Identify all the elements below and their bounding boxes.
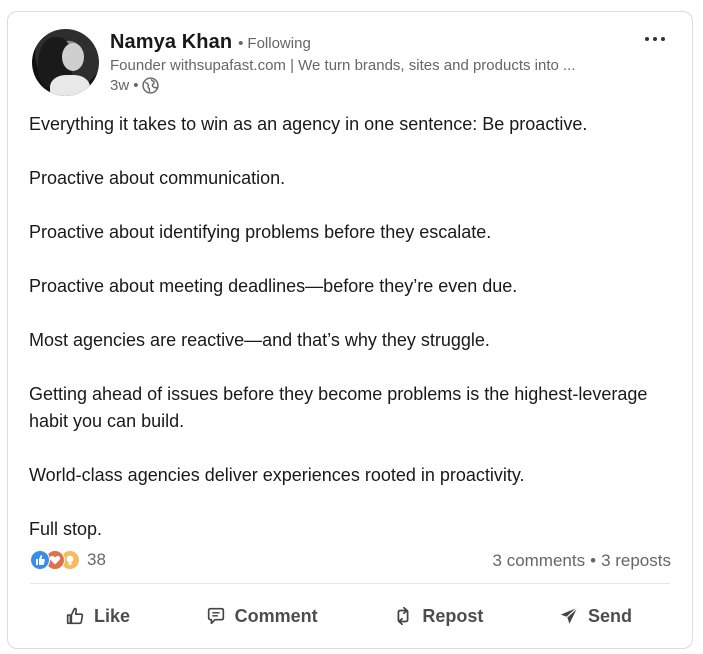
repost-icon <box>397 606 409 626</box>
divider <box>30 583 670 584</box>
follow-status: Following <box>247 35 311 52</box>
author-name-row: Namya Khan • Following <box>110 31 311 54</box>
post-paragraph: Proactive about meeting deadlines—before… <box>29 276 518 296</box>
post-paragraph: Full stop. <box>29 519 103 539</box>
send-label: Send <box>587 605 632 626</box>
globe-icon <box>142 77 160 94</box>
more-options-icon[interactable] <box>641 29 669 49</box>
comment-button[interactable]: Comment <box>191 597 332 635</box>
comments-count-link[interactable]: 3 comments <box>493 551 586 571</box>
reactions-summary[interactable]: 38 <box>30 550 106 570</box>
like-reaction-icon <box>30 550 50 570</box>
repost-button[interactable]: Repost <box>378 597 497 635</box>
author-avatar[interactable] <box>32 29 99 96</box>
post-paragraph: Most agencies are reactive—and that’s wh… <box>29 330 490 350</box>
like-button[interactable]: Like <box>50 597 144 635</box>
separator-dot: • <box>133 77 139 94</box>
comment-icon <box>207 607 224 625</box>
social-counts: 3 comments • 3 reposts <box>493 551 671 571</box>
post-meta: 3w • <box>110 77 160 94</box>
post-text: Everything it takes to win as an agency … <box>29 111 649 543</box>
post-paragraph: World-class agencies deliver experiences… <box>29 465 525 485</box>
repost-label: Repost <box>422 605 484 626</box>
post-paragraph: Proactive about communication. <box>29 168 286 188</box>
comment-label: Comment <box>234 605 318 626</box>
reaction-count: 38 <box>87 550 106 569</box>
separator-dot: • <box>590 551 597 570</box>
post-paragraph: Getting ahead of issues before they beco… <box>29 384 648 431</box>
separator-dot: • <box>238 35 244 52</box>
reposts-count-link[interactable]: 3 reposts <box>601 551 671 571</box>
thumbs-up-icon <box>66 607 84 625</box>
post-paragraph: Proactive about identifying problems bef… <box>29 222 492 242</box>
send-icon <box>560 607 578 624</box>
send-button[interactable]: Send <box>544 597 646 635</box>
post-time[interactable]: 3w <box>110 77 129 94</box>
action-bar: Like Comment Repost Send <box>30 596 670 636</box>
post-paragraph: Everything it takes to win as an agency … <box>29 114 588 134</box>
author-name[interactable]: Namya Khan <box>110 31 232 54</box>
author-headline: Founder withsupafast.com | We turn brand… <box>110 57 576 74</box>
like-label: Like <box>94 605 131 626</box>
